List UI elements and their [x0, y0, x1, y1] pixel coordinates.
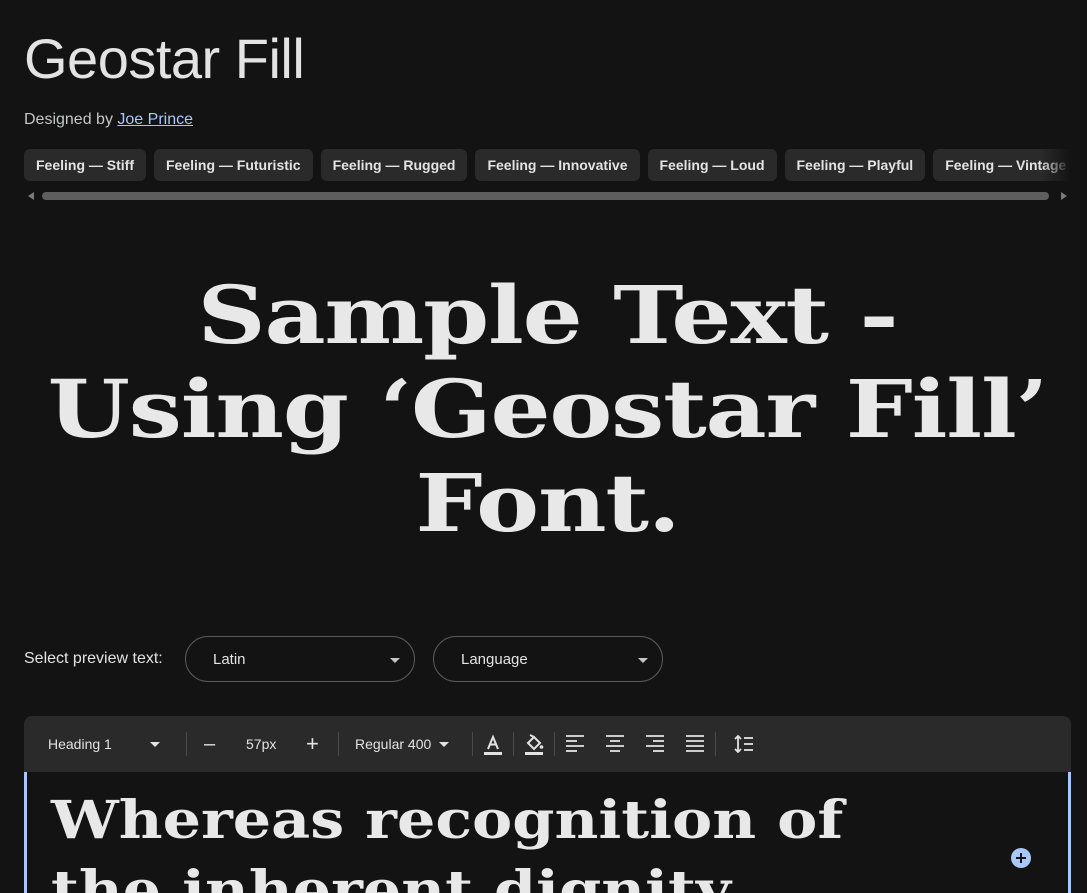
chevron-down-icon	[390, 658, 400, 663]
increase-size-button[interactable]: +	[306, 716, 319, 772]
chevron-down-icon	[149, 741, 160, 747]
tag-chip-vintage[interactable]: Feeling — Vintage	[933, 149, 1071, 181]
font-size-value[interactable]: 57px	[246, 716, 276, 772]
preview-text-editor[interactable]: Whereas recognition of the inherent dign…	[24, 772, 1071, 893]
script-select[interactable]: Latin	[185, 636, 415, 682]
minus-icon: –	[204, 732, 216, 755]
tag-strip: Feeling — Stiff Feeling — Futuristic Fee…	[24, 149, 1071, 182]
chevron-down-icon	[638, 658, 648, 663]
designed-by-label: Designed by	[24, 111, 113, 128]
editor-toolbar: Heading 1 – 57px + Regular 400	[24, 716, 1071, 772]
toolbar-divider	[338, 732, 339, 756]
align-right-icon[interactable]	[643, 732, 667, 756]
hero-line-3: Font.	[415, 456, 680, 550]
style-dropdown[interactable]: Heading 1	[48, 716, 160, 772]
language-select[interactable]: Language	[433, 636, 663, 682]
tag-chip-rugged[interactable]: Feeling — Rugged	[320, 149, 468, 181]
tags-scrollbar[interactable]	[24, 190, 1071, 202]
add-circle-icon[interactable]	[1011, 848, 1031, 868]
designer-line: Designed by Joe Prince	[24, 111, 193, 129]
toolbar-divider	[715, 732, 716, 756]
weight-dropdown[interactable]: Regular 400	[355, 716, 450, 772]
font-title: Geostar Fill	[24, 27, 305, 90]
align-center-icon[interactable]	[603, 732, 627, 756]
tag-chip-futuristic[interactable]: Feeling — Futuristic	[154, 149, 313, 181]
tag-chip-playful[interactable]: Feeling — Playful	[784, 149, 926, 181]
editor-line-1: Whereas recognition of	[51, 790, 844, 851]
toolbar-divider	[554, 732, 555, 756]
tag-chip-innovative[interactable]: Feeling — Innovative	[475, 149, 640, 181]
language-select-value: Language	[461, 651, 528, 668]
script-select-value: Latin	[213, 651, 246, 668]
toolbar-divider	[472, 732, 473, 756]
toolbar-divider	[186, 732, 187, 756]
align-left-icon[interactable]	[563, 732, 587, 756]
hero-sample-text: Sample Text - Using ‘Geostar Fill’ Font.	[0, 268, 1087, 550]
highlight-color-icon[interactable]	[522, 732, 546, 756]
style-dropdown-label: Heading 1	[48, 736, 112, 752]
tag-chip-loud[interactable]: Feeling — Loud	[647, 149, 777, 181]
tag-chip-stiff[interactable]: Feeling — Stiff	[24, 149, 146, 181]
editor-line-2: the inherent dignity	[51, 860, 731, 893]
scrollbar-thumb[interactable]	[42, 192, 1049, 200]
text-color-icon[interactable]	[481, 732, 505, 756]
plus-icon: +	[306, 731, 319, 756]
editor-text[interactable]: Whereas recognition of the inherent dign…	[51, 786, 843, 893]
weight-dropdown-label: Regular 400	[355, 736, 432, 752]
chevron-down-icon	[439, 741, 450, 747]
decrease-size-button[interactable]: –	[204, 716, 215, 772]
align-justify-icon[interactable]	[683, 732, 707, 756]
toolbar-divider	[513, 732, 514, 756]
scroll-left-icon[interactable]	[28, 192, 34, 200]
designer-link[interactable]: Joe Prince	[117, 111, 193, 128]
hero-line-2: Using ‘Geostar Fill’	[47, 362, 1049, 456]
font-size-label: 57px	[246, 736, 277, 752]
scroll-right-icon[interactable]	[1061, 192, 1067, 200]
preview-text-label: Select preview text:	[24, 650, 163, 667]
hero-line-1: Sample Text -	[197, 268, 898, 362]
line-height-icon[interactable]	[732, 732, 756, 756]
